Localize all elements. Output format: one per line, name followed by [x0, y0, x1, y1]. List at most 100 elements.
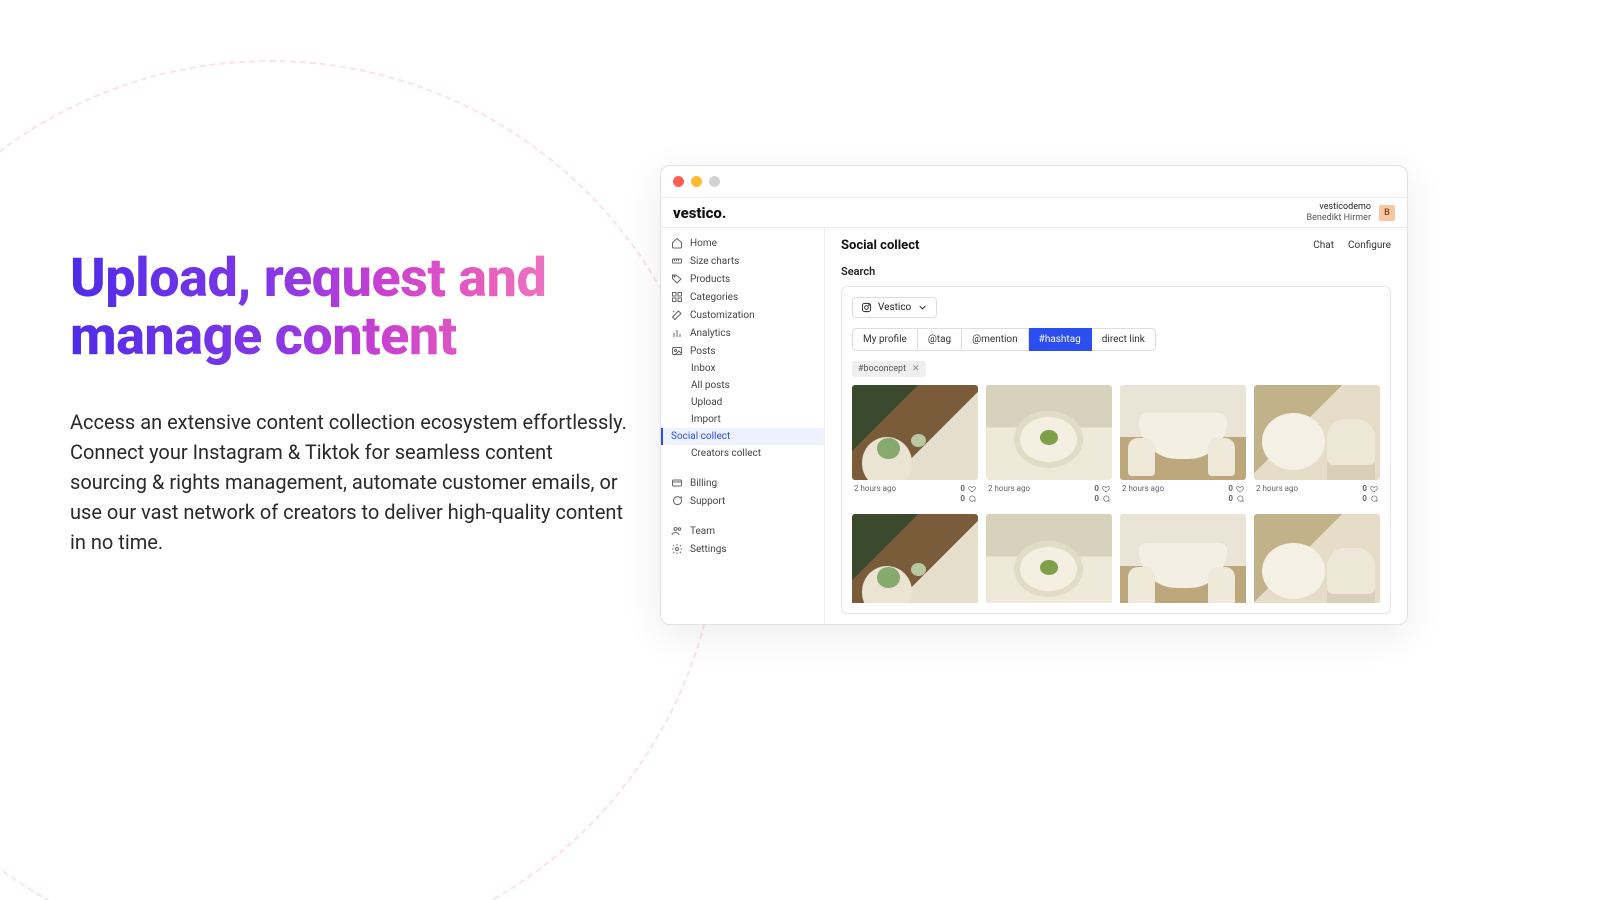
heart-icon	[1102, 485, 1110, 493]
post-meta: 2 hours ago 00	[986, 480, 1112, 507]
search-panel: Vestico My profile@tag@mention#hashtagdi…	[841, 286, 1391, 614]
window-close-dot[interactable]	[673, 176, 684, 187]
post-meta: 2 hours ago 00	[1254, 480, 1380, 507]
heart-icon	[1236, 485, 1244, 493]
sidebar-item-label: Categories	[690, 292, 738, 303]
chat-link[interactable]: Chat	[1313, 240, 1334, 251]
post-time: 2 hours ago	[1256, 484, 1298, 493]
wand-icon	[671, 309, 683, 321]
chart-icon	[671, 327, 683, 339]
close-icon[interactable]: ✕	[912, 364, 920, 374]
search-label: Search	[841, 265, 1391, 278]
post-card[interactable]	[1120, 514, 1246, 603]
sidebar-item-label: Team	[690, 526, 715, 537]
post-meta: 2 hours ago 00	[1120, 480, 1246, 507]
user-menu[interactable]: vesticodemo Benedikt Hirmer B	[1307, 202, 1396, 224]
sidebar-item-label: Customization	[690, 310, 755, 321]
sidebar-item-customization[interactable]: Customization	[661, 306, 824, 324]
likes-count: 0	[1228, 484, 1233, 494]
avatar: B	[1379, 205, 1395, 221]
sidebar-item-billing[interactable]: Billing	[661, 474, 824, 492]
sidebar-item-home[interactable]: Home	[661, 234, 824, 252]
sidebar-item-settings[interactable]: Settings	[661, 540, 824, 558]
page-title: Social collect	[841, 238, 919, 253]
hero-body: Access an extensive content collection e…	[70, 407, 630, 557]
post-thumbnail	[1120, 385, 1246, 480]
post-card[interactable]: 2 hours ago 00	[1120, 385, 1246, 506]
sidebar-subitem-upload[interactable]: Upload	[661, 394, 824, 411]
comment-icon	[1370, 495, 1378, 503]
sidebar-item-label: Analytics	[690, 328, 731, 339]
post-time: 2 hours ago	[1122, 484, 1164, 493]
instagram-icon	[861, 302, 872, 313]
post-card[interactable]: 2 hours ago00	[852, 385, 978, 506]
tab--mention[interactable]: @mention	[962, 328, 1029, 351]
sidebar-item-label: Posts	[690, 346, 716, 357]
comment-icon	[1236, 495, 1244, 503]
post-thumbnail	[1120, 514, 1246, 603]
likes-count: 0	[1362, 484, 1367, 494]
filter-chip[interactable]: #boconcept ✕	[852, 361, 926, 377]
hero-section: Upload, request and manage content Acces…	[70, 250, 630, 557]
likes-count: 0	[1094, 484, 1099, 494]
sidebar-item-label: Creators collect	[691, 448, 761, 459]
sidebar-item-categories[interactable]: Categories	[661, 288, 824, 306]
post-thumbnail	[1254, 385, 1380, 480]
comments-count: 0	[1094, 494, 1099, 504]
card-icon	[671, 477, 683, 489]
post-card[interactable]: 2 hours ago 00	[986, 385, 1112, 506]
user-account: vesticodemo	[1307, 202, 1372, 213]
sidebar-item-label: Size charts	[690, 256, 739, 267]
post-card[interactable]	[852, 514, 978, 603]
sidebar-subitem-creators-collect[interactable]: Creators collect	[661, 445, 824, 462]
sidebar-subitem-import[interactable]: Import	[661, 411, 824, 428]
app-topbar: vestico. vesticodemo Benedikt Hirmer B	[661, 198, 1407, 228]
ruler-icon	[671, 255, 683, 267]
tab--hashtag[interactable]: #hashtag	[1029, 328, 1092, 351]
post-thumbnail	[852, 514, 978, 603]
window-max-dot[interactable]	[709, 176, 720, 187]
post-thumbnail	[852, 385, 978, 480]
post-thumbnail	[986, 385, 1112, 480]
tab--tag[interactable]: @tag	[918, 328, 962, 351]
sidebar-item-label: Import	[691, 414, 721, 425]
heart-icon	[1370, 485, 1378, 493]
post-thumbnail	[1254, 514, 1380, 603]
sidebar-subitem-social-collect[interactable]: Social collect	[661, 428, 824, 445]
post-time: 2 hours ago	[854, 484, 896, 493]
app-window: vestico. vesticodemo Benedikt Hirmer B H…	[660, 165, 1408, 625]
comments-count: 0	[1362, 494, 1367, 504]
sidebar-item-label: Settings	[690, 544, 727, 555]
comments-count: 0	[1228, 494, 1233, 504]
sidebar-item-label: Inbox	[691, 363, 715, 374]
tab-direct-link[interactable]: direct link	[1092, 328, 1156, 351]
user-name: Benedikt Hirmer	[1307, 213, 1372, 224]
post-card[interactable]: 2 hours ago 00	[1254, 385, 1380, 506]
post-card[interactable]	[986, 514, 1112, 603]
sidebar-item-label: Social collect	[671, 431, 730, 442]
sidebar-item-posts[interactable]: Posts	[661, 342, 824, 360]
sidebar-item-team[interactable]: Team	[661, 522, 824, 540]
image-icon	[671, 345, 683, 357]
sidebar-item-products[interactable]: Products	[661, 270, 824, 288]
tab-my-profile[interactable]: My profile	[852, 328, 918, 351]
home-icon	[671, 237, 683, 249]
hero-title: Upload, request and manage content	[70, 250, 630, 367]
sidebar-subitem-inbox[interactable]: Inbox	[661, 360, 824, 377]
sidebar-subitem-all-posts[interactable]: All posts	[661, 377, 824, 394]
account-selector[interactable]: Vestico	[852, 297, 937, 318]
window-min-dot[interactable]	[691, 176, 702, 187]
post-card[interactable]	[1254, 514, 1380, 603]
sidebar-item-analytics[interactable]: Analytics	[661, 324, 824, 342]
main-panel: Social collect Chat Configure Search Ves…	[825, 228, 1407, 624]
post-time: 2 hours ago	[988, 484, 1030, 493]
configure-link[interactable]: Configure	[1348, 240, 1391, 251]
sidebar-item-size-charts[interactable]: Size charts	[661, 252, 824, 270]
sidebar-item-support[interactable]: Support	[661, 492, 824, 510]
filter-chip-label: #boconcept	[858, 364, 906, 374]
gear-icon	[671, 543, 683, 555]
likes-count: 0	[960, 484, 965, 494]
sidebar-item-label: Home	[690, 238, 717, 249]
post-meta: 2 hours ago00	[852, 480, 978, 507]
sidebar-item-label: Support	[690, 496, 725, 507]
